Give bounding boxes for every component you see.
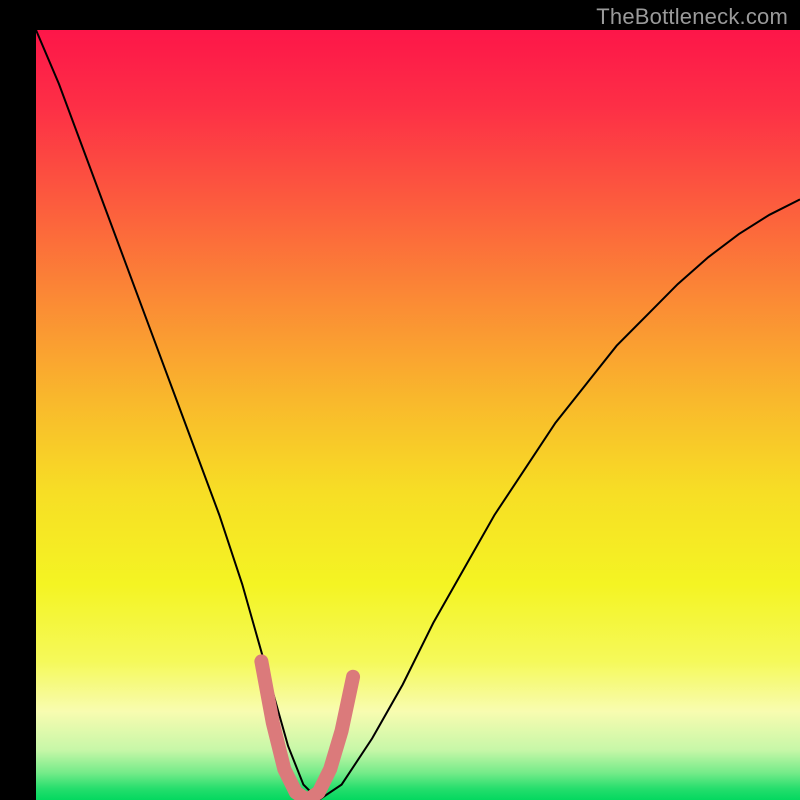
- plot-background: [36, 30, 800, 800]
- chart-container: { "watermark": "TheBottleneck.com", "cha…: [0, 0, 800, 800]
- watermark-text: TheBottleneck.com: [596, 4, 788, 30]
- chart-svg: [0, 0, 800, 800]
